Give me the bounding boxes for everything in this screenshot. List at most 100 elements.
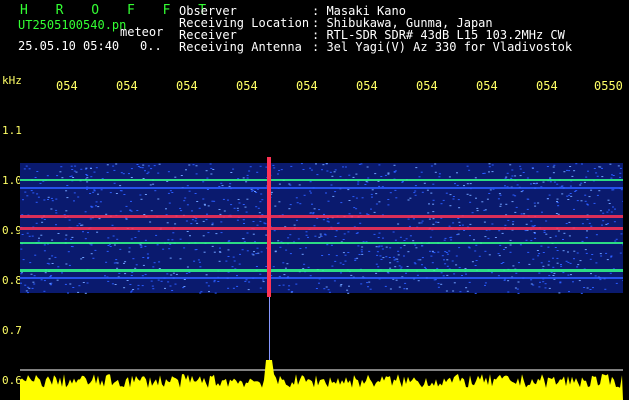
noise-speck xyxy=(531,225,534,227)
noise-speck xyxy=(188,164,191,166)
noise-speck xyxy=(366,213,368,215)
noise-speck xyxy=(237,210,239,212)
noise-speck xyxy=(506,172,509,174)
noise-speck xyxy=(587,170,589,172)
noise-speck xyxy=(594,275,597,277)
noise-speck xyxy=(327,221,330,223)
noise-speck xyxy=(612,175,615,176)
noise-speck xyxy=(590,273,592,275)
noise-speck xyxy=(375,203,378,205)
noise-speck xyxy=(342,252,345,254)
noise-speck xyxy=(590,189,593,191)
noise-speck xyxy=(328,291,331,293)
noise-speck xyxy=(350,274,353,276)
noise-speck xyxy=(196,222,199,224)
noise-speck xyxy=(553,164,556,166)
noise-speck xyxy=(620,189,623,191)
noise-speck xyxy=(445,290,448,292)
noise-speck xyxy=(112,165,115,167)
noise-speck xyxy=(28,287,31,289)
noise-speck xyxy=(417,280,420,282)
noise-speck xyxy=(421,191,424,193)
noise-speck xyxy=(572,281,574,283)
noise-speck xyxy=(229,183,232,185)
noise-speck xyxy=(346,289,349,291)
noise-speck xyxy=(547,246,550,248)
noise-speck xyxy=(347,252,350,253)
noise-speck xyxy=(452,290,455,292)
noise-speck xyxy=(517,281,520,283)
noise-speck xyxy=(38,237,40,239)
noise-speck xyxy=(474,250,477,252)
noise-speck xyxy=(191,219,194,221)
noise-speck xyxy=(305,234,308,236)
noise-speck xyxy=(134,237,137,238)
noise-speck xyxy=(312,212,315,214)
noise-speck xyxy=(262,279,265,281)
noise-speck xyxy=(125,205,128,207)
noise-speck xyxy=(509,239,512,241)
noise-speck xyxy=(378,201,381,203)
noise-speck xyxy=(484,282,487,284)
noise-speck xyxy=(239,253,241,255)
noise-speck xyxy=(136,164,139,165)
noise-speck xyxy=(334,169,337,171)
noise-speck xyxy=(568,235,571,237)
noise-speck xyxy=(44,272,47,274)
noise-speck xyxy=(458,267,461,269)
noise-speck xyxy=(456,172,458,174)
noise-speck xyxy=(565,260,568,262)
noise-speck xyxy=(592,287,594,289)
noise-speck xyxy=(43,290,46,292)
noise-speck xyxy=(440,283,443,285)
noise-speck xyxy=(476,210,479,212)
noise-speck xyxy=(206,213,208,215)
noise-speck xyxy=(499,244,502,246)
noise-speck xyxy=(456,184,459,186)
noise-speck xyxy=(432,218,435,220)
noise-speck xyxy=(367,177,370,179)
noise-speck xyxy=(179,238,182,240)
noise-speck xyxy=(457,233,460,235)
noise-speck xyxy=(590,225,593,227)
noise-speck xyxy=(497,198,500,200)
noise-speck xyxy=(262,281,265,283)
noise-speck xyxy=(552,266,555,268)
noise-speck xyxy=(230,204,233,206)
noise-speck xyxy=(437,286,440,288)
noise-speck xyxy=(374,173,377,175)
noise-speck xyxy=(43,250,46,252)
noise-speck xyxy=(227,287,230,289)
noise-speck xyxy=(542,181,545,183)
noise-speck xyxy=(453,282,456,284)
noise-speck xyxy=(246,177,249,179)
noise-speck xyxy=(393,259,396,261)
noise-speck xyxy=(92,191,95,193)
noise-speck xyxy=(552,172,555,174)
noise-speck xyxy=(404,282,407,284)
noise-speck xyxy=(369,288,372,290)
noise-speck xyxy=(568,170,571,172)
noise-speck xyxy=(131,271,134,273)
noise-speck xyxy=(105,213,108,215)
noise-speck xyxy=(93,190,96,192)
noise-speck xyxy=(540,245,543,247)
noise-speck xyxy=(433,279,436,281)
noise-speck xyxy=(231,266,234,268)
noise-speck xyxy=(452,222,455,224)
noise-speck xyxy=(47,199,49,200)
noise-speck xyxy=(130,275,133,276)
noise-speck xyxy=(34,177,37,178)
noise-speck xyxy=(366,166,369,168)
noise-speck xyxy=(488,166,491,168)
noise-speck xyxy=(443,239,446,241)
noise-speck xyxy=(320,235,323,237)
noise-speck xyxy=(342,239,345,240)
noise-speck xyxy=(202,181,205,183)
noise-speck xyxy=(248,170,251,172)
noise-speck xyxy=(415,167,418,169)
antenna-value: : 3el Yagi(V) Az 330 for Vladivostok xyxy=(312,40,573,54)
noise-speck xyxy=(140,245,143,247)
time-tick: 054 xyxy=(236,79,258,93)
noise-speck xyxy=(196,201,199,202)
